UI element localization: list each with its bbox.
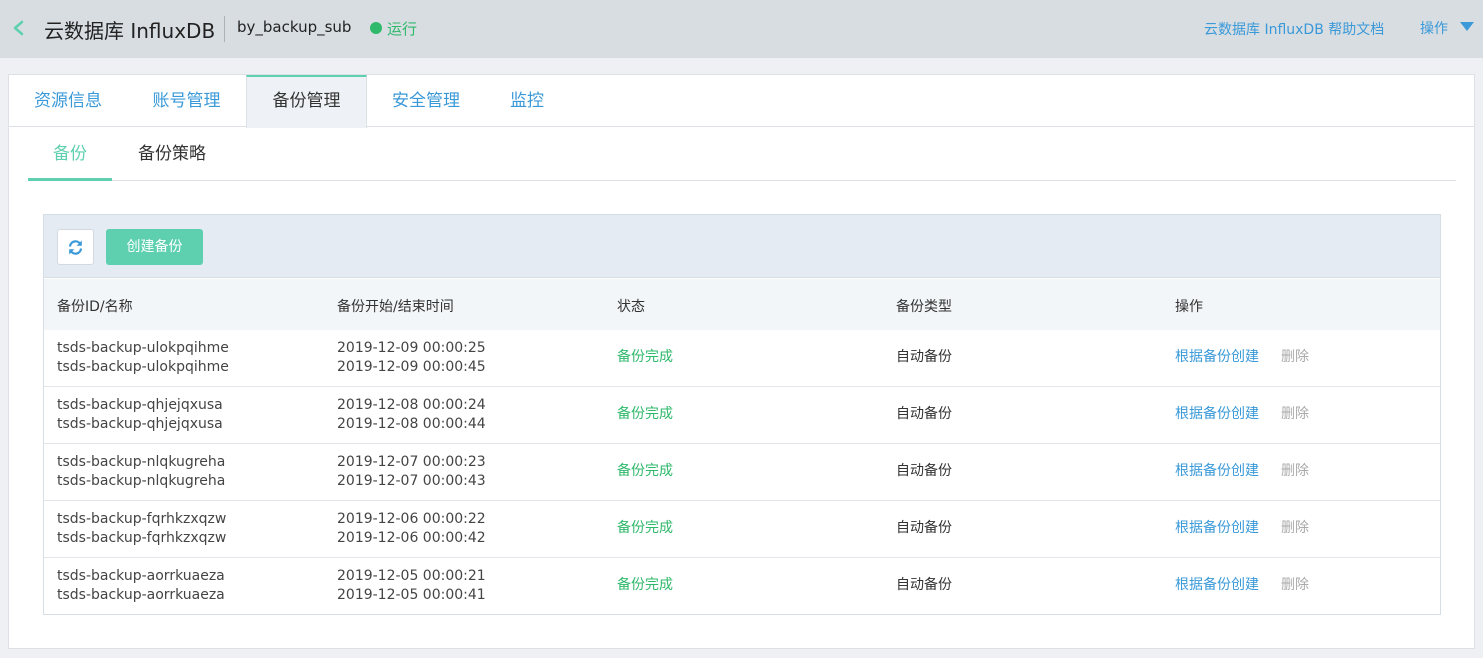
backup-status: 备份完成 [617, 520, 673, 536]
backup-end-time: 2019-12-06 00:00:42 [337, 530, 486, 546]
caret-down-icon[interactable] [1460, 22, 1474, 31]
backup-time: 2019-12-08 00:00:24 2019-12-08 00:00:44 [337, 396, 486, 434]
backup-type: 自动备份 [896, 349, 952, 365]
table-row: tsds-backup-nlqkugreha tsds-backup-nlqkug… [44, 444, 1440, 501]
backup-type: 自动备份 [896, 406, 952, 422]
backup-id-name: tsds-backup-aorrkuaeza tsds-backup-aorrku… [57, 567, 225, 605]
backup-id-name: tsds-backup-fqrhkzxqzw tsds-backup-fqrhkz… [57, 510, 226, 548]
col-header-time: 备份开始/结束时间 [337, 299, 454, 315]
col-header-type: 备份类型 [896, 299, 952, 315]
backup-end-time: 2019-12-05 00:00:41 [337, 587, 486, 603]
operations-menu-button[interactable]: 操作 [1420, 18, 1448, 38]
backup-start-time: 2019-12-07 00:00:23 [337, 454, 486, 470]
help-doc-link[interactable]: 云数据库 InfluxDB 帮助文档 [1204, 19, 1384, 39]
backup-id-name: tsds-backup-qhjejqxusa tsds-backup-qhjejq… [57, 396, 223, 434]
status-badge: 运行 [387, 20, 418, 38]
delete-link[interactable]: 删除 [1281, 519, 1309, 538]
table-row: tsds-backup-aorrkuaeza tsds-backup-aorrku… [44, 558, 1440, 615]
backup-name: tsds-backup-nlqkugreha [57, 473, 226, 489]
table-row: tsds-backup-ulokpqihme tsds-backup-ulokpq… [44, 330, 1440, 387]
backup-id-name: tsds-backup-ulokpqihme tsds-backup-ulokpq… [57, 339, 229, 377]
backup-time: 2019-12-07 00:00:23 2019-12-07 00:00:43 [337, 453, 486, 491]
delete-link[interactable]: 删除 [1281, 348, 1309, 367]
refresh-button[interactable] [57, 229, 94, 265]
tab-account-management[interactable]: 账号管理 [127, 75, 246, 127]
page-title: 云数据库 InfluxDB [44, 19, 216, 43]
backup-end-time: 2019-12-07 00:00:43 [337, 473, 486, 489]
backup-name: tsds-backup-ulokpqihme [57, 359, 229, 375]
backup-table: 创建备份 备份ID/名称 备份开始/结束时间 状态 备份类型 操作 tsds-b… [43, 214, 1441, 615]
back-arrow-icon[interactable] [10, 16, 30, 40]
backup-type: 自动备份 [896, 520, 952, 536]
backup-time: 2019-12-06 00:00:22 2019-12-06 00:00:42 [337, 510, 486, 548]
backup-end-time: 2019-12-09 00:00:45 [337, 359, 486, 375]
delete-link[interactable]: 删除 [1281, 405, 1309, 424]
top-bar: 云数据库 InfluxDB by_backup_sub 运行 云数据库 Infl… [0, 0, 1483, 58]
subtab-backup-policy[interactable]: 备份策略 [126, 127, 218, 181]
backup-status: 备份完成 [617, 577, 673, 593]
backup-status: 备份完成 [617, 463, 673, 479]
backup-name: tsds-backup-fqrhkzxqzw [57, 530, 227, 546]
table-toolbar: 创建备份 [44, 215, 1440, 278]
refresh-icon [68, 240, 83, 255]
backup-id-name: tsds-backup-nlqkugreha tsds-backup-nlqkug… [57, 453, 225, 491]
backup-end-time: 2019-12-08 00:00:44 [337, 416, 486, 432]
backup-id: tsds-backup-qhjejqxusa [57, 397, 223, 413]
tab-backup-management[interactable]: 备份管理 [246, 75, 367, 128]
delete-link[interactable]: 删除 [1281, 576, 1309, 595]
backup-name: tsds-backup-aorrkuaeza [57, 587, 225, 603]
backup-time: 2019-12-09 00:00:25 2019-12-09 00:00:45 [337, 339, 486, 377]
tab-resource-info[interactable]: 资源信息 [9, 75, 127, 127]
instance-name: by_backup_sub [237, 18, 352, 36]
create-from-backup-link[interactable]: 根据备份创建 [1175, 405, 1259, 424]
backup-name: tsds-backup-qhjejqxusa [57, 416, 223, 432]
backup-id: tsds-backup-fqrhkzxqzw [57, 511, 227, 527]
backup-status: 备份完成 [617, 349, 673, 365]
backup-status: 备份完成 [617, 406, 673, 422]
table-row: tsds-backup-fqrhkzxqzw tsds-backup-fqrhkz… [44, 501, 1440, 558]
status-dot-icon [370, 22, 382, 34]
delete-link[interactable]: 删除 [1281, 462, 1309, 481]
subtab-backup[interactable]: 备份 [28, 127, 112, 181]
backup-id: tsds-backup-nlqkugreha [57, 454, 226, 470]
backup-id: tsds-backup-ulokpqihme [57, 340, 229, 356]
col-header-ops: 操作 [1175, 299, 1203, 315]
backup-id: tsds-backup-aorrkuaeza [57, 568, 225, 584]
main-tabs: 资源信息 账号管理 备份管理 安全管理 监控 [9, 75, 1474, 128]
backup-time: 2019-12-05 00:00:21 2019-12-05 00:00:41 [337, 567, 486, 605]
tab-security-management[interactable]: 安全管理 [367, 75, 485, 127]
tab-monitoring[interactable]: 监控 [485, 75, 569, 127]
title-divider [224, 16, 225, 42]
col-header-id: 备份ID/名称 [57, 299, 133, 315]
backup-type: 自动备份 [896, 463, 952, 479]
table-header: 备份ID/名称 备份开始/结束时间 状态 备份类型 操作 [44, 279, 1440, 330]
main-panel: 资源信息 账号管理 备份管理 安全管理 监控 备份 备份策略 创建备份 备份ID… [8, 74, 1475, 649]
create-from-backup-link[interactable]: 根据备份创建 [1175, 519, 1259, 538]
backup-start-time: 2019-12-08 00:00:24 [337, 397, 486, 413]
backup-start-time: 2019-12-09 00:00:25 [337, 340, 486, 356]
create-backup-button[interactable]: 创建备份 [106, 229, 203, 265]
backup-start-time: 2019-12-05 00:00:21 [337, 568, 486, 584]
create-from-backup-link[interactable]: 根据备份创建 [1175, 462, 1259, 481]
create-from-backup-link[interactable]: 根据备份创建 [1175, 576, 1259, 595]
backup-start-time: 2019-12-06 00:00:22 [337, 511, 486, 527]
sub-tabs: 备份 备份策略 [28, 127, 1456, 181]
col-header-status: 状态 [617, 299, 645, 315]
table-row: tsds-backup-qhjejqxusa tsds-backup-qhjejq… [44, 387, 1440, 444]
backup-type: 自动备份 [896, 577, 952, 593]
create-from-backup-link[interactable]: 根据备份创建 [1175, 348, 1259, 367]
